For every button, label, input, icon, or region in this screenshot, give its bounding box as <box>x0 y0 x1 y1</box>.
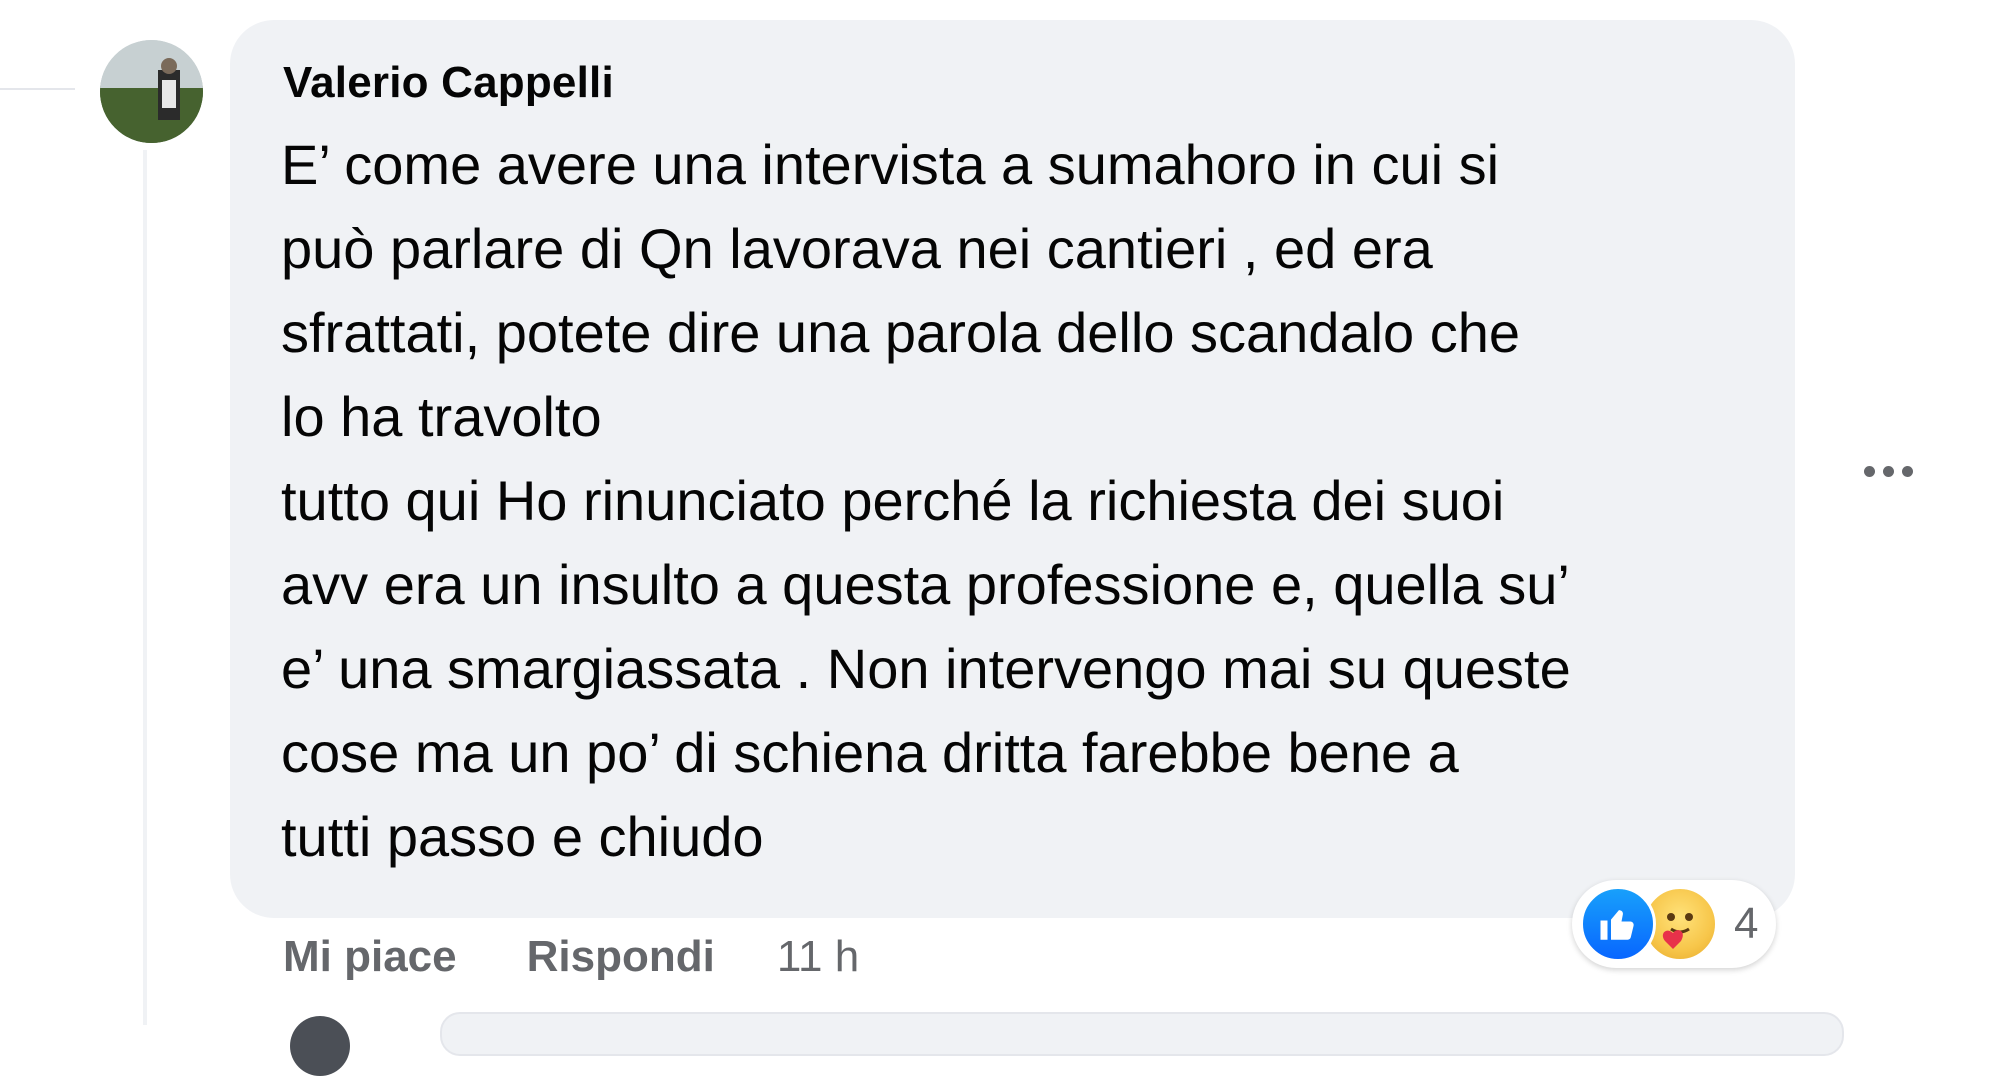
comment-text-line: sfrattati, potete dire una parola dello … <box>281 301 1521 364</box>
comment-text-line: lo ha travolto <box>281 385 602 448</box>
avatar-photo <box>100 40 203 143</box>
thumbs-up-icon <box>1600 910 1634 940</box>
comment-text-line: tutto qui Ho rinunciato perché la richie… <box>281 469 1505 532</box>
reaction-count: 4 <box>1734 899 1759 948</box>
more-dots-icon <box>1863 465 1875 477</box>
comment-author[interactable]: Valerio Cappelli <box>283 58 614 108</box>
thread-line <box>143 150 147 1025</box>
reply-button[interactable]: Rispondi <box>527 932 715 982</box>
comment-text-line: e’ una smargiassata . Non intervengo mai… <box>281 637 1571 700</box>
comment-text: E’ come avere una intervista a sumahoro … <box>281 123 1761 879</box>
more-dots-icon <box>1901 465 1913 477</box>
timestamp-link[interactable]: 11 h <box>777 932 859 982</box>
comment-text-line: E’ come avere una intervista a sumahoro … <box>281 133 1500 196</box>
more-dots-icon <box>1882 465 1894 477</box>
avatar[interactable] <box>100 40 203 143</box>
comment-text-line: tutti passo e chiudo <box>281 805 764 868</box>
next-comment-bubble <box>440 1012 1844 1056</box>
comment-actions: Mi piace Rispondi 11 h <box>283 932 859 982</box>
next-comment-avatar[interactable] <box>290 1016 350 1076</box>
comment-text-line: può parlare di Qn lavorava nei cantieri … <box>281 217 1433 280</box>
thread-connector <box>0 88 75 90</box>
like-button[interactable]: Mi piace <box>283 932 457 982</box>
reactions-summary[interactable]: 4 <box>1572 880 1777 968</box>
comment-text-line: cose ma un po’ di schiena dritta farebbe… <box>281 721 1459 784</box>
like-icon <box>1580 886 1656 962</box>
more-options-button[interactable] <box>1840 438 1936 504</box>
comment-text-line: avv era un insulto a questa professione … <box>281 553 1570 616</box>
